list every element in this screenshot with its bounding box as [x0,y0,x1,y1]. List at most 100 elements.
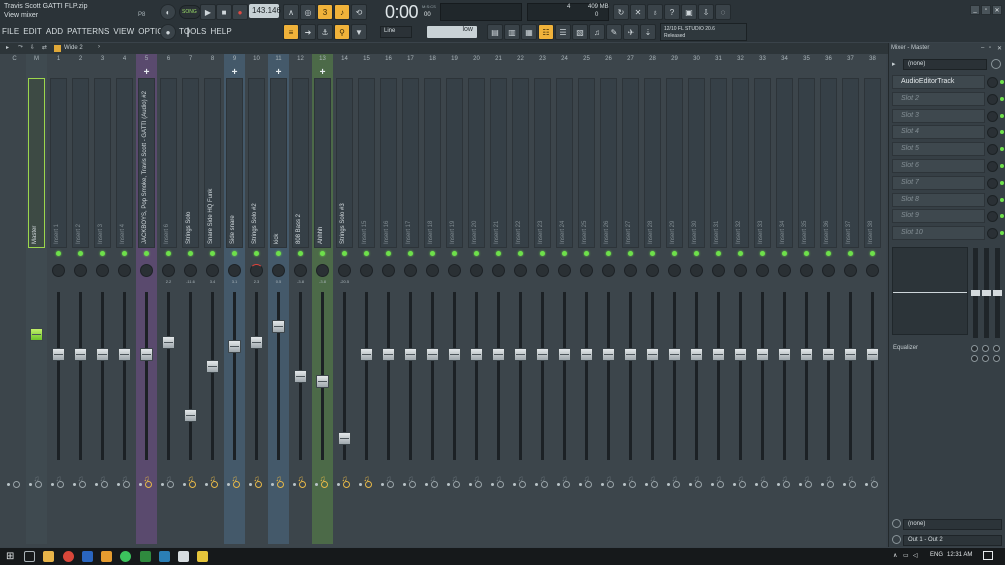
slot-enable-led[interactable] [1000,197,1004,202]
wait-icon[interactable]: ◎ [300,4,316,20]
fx-circle-icon[interactable] [739,481,746,488]
strip-name-box[interactable]: Insert 36 [820,78,837,248]
volume-fader[interactable] [822,348,835,362]
fx-dot-icon[interactable] [425,483,428,486]
fx-circle-icon[interactable] [79,481,86,488]
strip-name-box[interactable]: Insert 31 [710,78,727,248]
fx-circle-icon[interactable] [871,481,878,488]
slot-mix-knob[interactable] [987,211,998,223]
volume-fader[interactable] [426,348,439,362]
eq-band-mid-fader[interactable] [982,248,991,338]
mixer-strip-38[interactable]: 38 Insert 38 ♫ [862,54,883,544]
fx-circle-icon[interactable] [563,481,570,488]
volume-fader[interactable] [580,348,593,362]
strip-name-box[interactable]: Insert 23 [534,78,551,248]
windows-start-icon[interactable]: ⊞ [6,551,17,562]
volume-fader[interactable] [690,348,703,362]
pan-knob[interactable] [580,264,593,277]
strip-name-box[interactable]: Strings Solo [182,78,199,248]
mixer-strip-25[interactable]: 25 Insert 25 ♫ [576,54,597,544]
mixer-strip-32[interactable]: 32 Insert 32 ♫ [730,54,751,544]
add-plugin-icon[interactable]: + [224,67,245,78]
slot-mix-knob[interactable] [987,228,998,240]
chat-icon[interactable]: ◌ [715,4,731,20]
track-enable-led[interactable] [122,251,127,256]
fx-controls[interactable] [532,481,553,490]
track-enable-led[interactable] [782,251,787,256]
track-enable-led[interactable] [188,251,193,256]
play-icon[interactable]: ▶ [200,4,216,20]
slot-mix-knob[interactable] [987,161,998,172]
fx-dot-icon[interactable] [271,483,274,486]
track-enable-led[interactable] [584,251,589,256]
fx-controls[interactable] [246,481,267,490]
mixer-strip-10[interactable]: 10 Strings Solo #2 2.3 ♫ [246,54,267,544]
mixer-strip-30[interactable]: 30 Insert 30 ♫ [686,54,707,544]
strip-name-box[interactable]: Insert 4 [116,78,133,248]
fx-controls[interactable] [202,481,223,490]
slot-enable-led[interactable] [1000,147,1004,152]
eq-band-high-fader[interactable] [993,248,1002,338]
pan-knob[interactable] [734,264,747,277]
volume-fader[interactable] [492,348,505,362]
plugin-tools-icon[interactable]: ✕ [630,4,646,20]
fx-controls[interactable] [400,481,421,490]
track-enable-led[interactable] [320,251,325,256]
strip-name-box[interactable]: Strings Solo #2 [248,78,265,248]
mixer-strip-29[interactable]: 29 Insert 29 ♫ [664,54,685,544]
pan-knob[interactable] [206,264,219,277]
pitch-icon[interactable]: ∧ [283,4,299,20]
slot-mix-knob[interactable] [987,110,998,122]
pan-knob[interactable] [294,264,307,277]
layout-arrow-icon[interactable]: › [98,44,100,50]
microphone-icon[interactable]: ♁ [647,4,663,20]
pan-knob[interactable] [514,264,527,277]
strip-name-box[interactable]: JACKBOYS, Pop Smoke, Travis Scott - GATT… [138,78,155,248]
fx-circle-icon[interactable] [211,481,218,488]
chrome-icon[interactable] [63,551,74,562]
volume-icon[interactable]: ◁ [913,552,918,559]
track-enable-led[interactable] [166,251,171,256]
record-icon[interactable]: ● [232,4,248,20]
fx-dot-icon[interactable] [73,483,76,486]
fx-circle-icon[interactable] [101,481,108,488]
volume-fader[interactable] [96,348,109,362]
track-enable-led[interactable] [144,251,149,256]
volume-fader[interactable] [382,348,395,362]
mixer-strip-1[interactable]: 1 Insert 1 ♫ [48,54,69,544]
track-enable-led[interactable] [826,251,831,256]
fx-controls[interactable] [136,481,157,490]
mixer-strip-33[interactable]: 33 Insert 33 ♫ [752,54,773,544]
strip-name-box[interactable]: Master [28,78,45,248]
countdown-icon[interactable]: 3 [317,4,333,20]
fx-dot-icon[interactable] [557,483,560,486]
pan-knob[interactable] [272,264,285,277]
pan-knob[interactable] [426,264,439,277]
volume-fader[interactable] [228,339,241,353]
fx-dot-icon[interactable] [161,483,164,486]
strip-name-box[interactable]: Insert 15 [358,78,375,248]
whatsapp-icon[interactable] [120,551,131,562]
mixer-strip-28[interactable]: 28 Insert 28 ♫ [642,54,663,544]
add-plugin-icon[interactable]: + [268,67,289,78]
volume-fader[interactable] [140,348,153,362]
volume-fader[interactable] [250,336,263,350]
equalizer-graph[interactable] [892,247,968,335]
volume-fader[interactable] [52,348,65,362]
playlist-view-icon[interactable]: ▤ [487,24,503,40]
export-icon[interactable]: ⇩ [698,4,714,20]
strip-name-box[interactable]: Insert 38 [864,78,881,248]
slot-mix-knob[interactable] [987,144,998,156]
fx-dot-icon[interactable] [755,483,758,486]
volume-fader[interactable] [30,328,43,341]
fx-dot-icon[interactable] [777,483,780,486]
mail-icon[interactable] [178,551,189,562]
panel-minimize-icon[interactable]: – [981,45,984,51]
pan-knob[interactable] [338,264,351,277]
volume-fader[interactable] [360,348,373,362]
fx-dot-icon[interactable] [227,483,230,486]
mixer-strip-8[interactable]: 8 Snare Side HQ Funk 3.4 ♫ [202,54,223,544]
strip-name-box[interactable]: Insert 17 [402,78,419,248]
volume-fader[interactable] [118,348,131,362]
fx-dot-icon[interactable] [51,483,54,486]
